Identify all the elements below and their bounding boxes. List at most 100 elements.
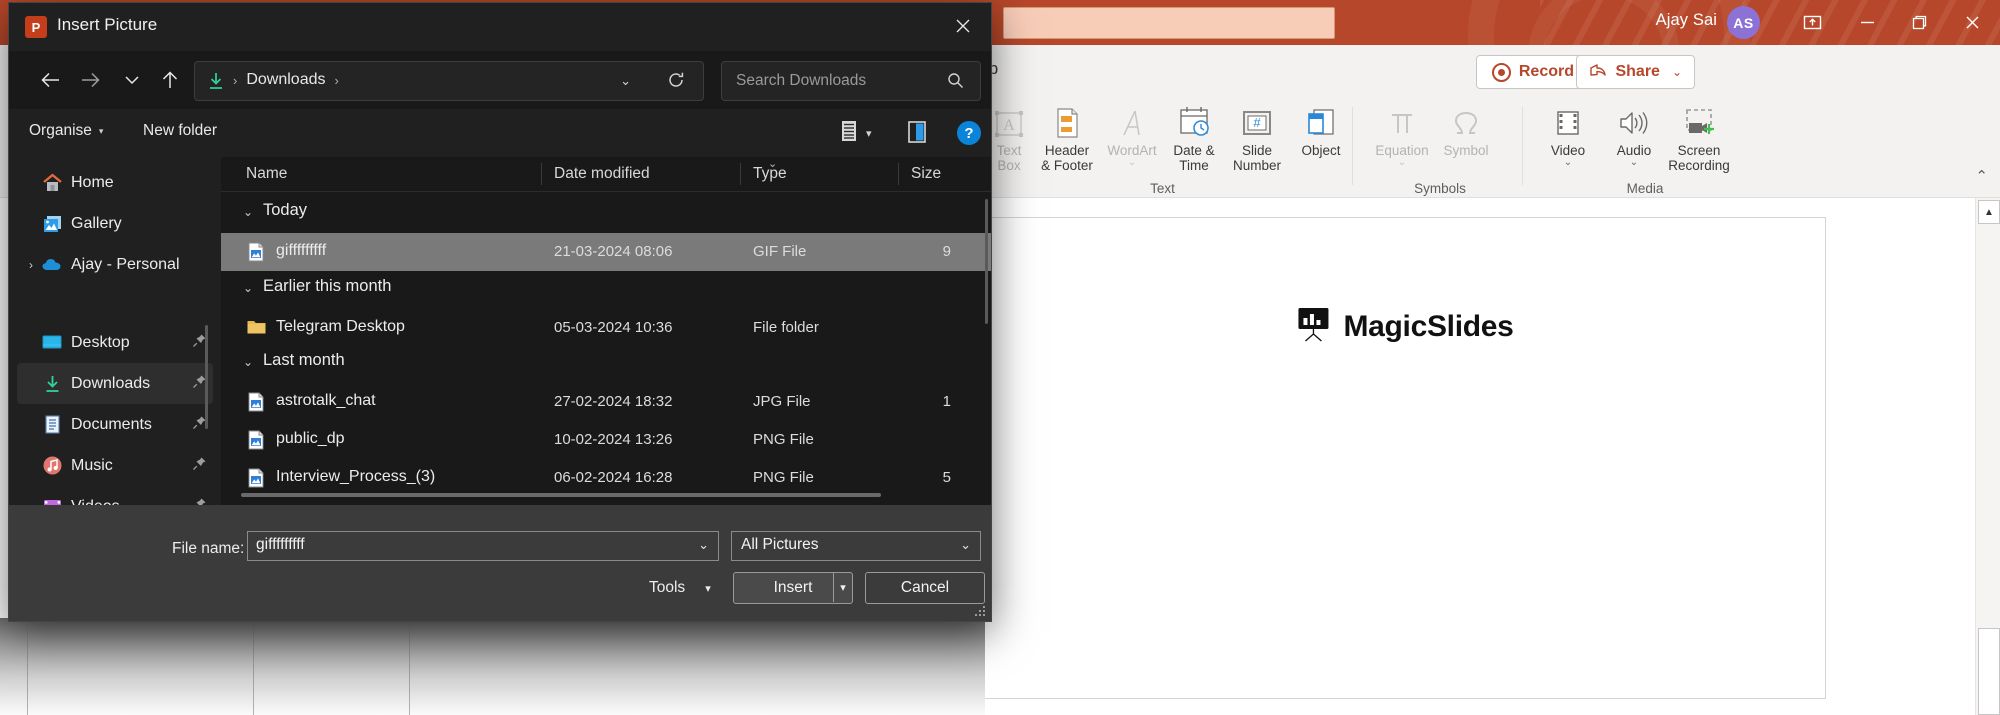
scroll-up-arrow-icon[interactable]: ▲ bbox=[1978, 200, 2000, 224]
ribbon-item-slide-number[interactable]: # Slide Number bbox=[1223, 102, 1291, 174]
sidebar-item-videos[interactable]: Videos bbox=[17, 486, 213, 505]
file-type: GIF File bbox=[753, 243, 807, 260]
close-icon[interactable] bbox=[1945, 0, 2000, 45]
sidebar-item-ajay-personal[interactable]: › Ajay - Personal bbox=[17, 244, 213, 285]
sidebar-item-gallery[interactable]: Gallery bbox=[17, 203, 213, 244]
sidebar-scrollbar[interactable] bbox=[205, 325, 208, 429]
ribbon-group-label: Media bbox=[1626, 181, 1664, 196]
sidebar-item-documents[interactable]: Documents bbox=[17, 404, 213, 445]
screenshot-fade-overlay bbox=[0, 618, 985, 715]
ribbon-divider bbox=[1522, 107, 1523, 185]
chevron-down-icon[interactable]: ⌄ bbox=[698, 537, 709, 553]
image-file-icon bbox=[246, 392, 266, 412]
ribbon-item-screen-recording[interactable]: Screen Recording bbox=[1665, 102, 1733, 174]
back-arrow-icon[interactable] bbox=[31, 61, 69, 99]
organise-button[interactable]: Organise ▾ bbox=[29, 122, 103, 140]
cancel-button[interactable]: Cancel bbox=[865, 572, 985, 604]
resize-grip[interactable] bbox=[973, 604, 985, 616]
chevron-down-icon[interactable]: ⌄ bbox=[620, 73, 631, 89]
ribbon-group-media: Video ⌄ Audio ⌄ Screen Recording Media bbox=[1530, 97, 1760, 197]
sidebar-item-desktop[interactable]: Desktop bbox=[17, 322, 213, 363]
chevron-down-icon[interactable]: ⌄ bbox=[960, 537, 971, 553]
share-button[interactable]: Share ⌄ bbox=[1576, 55, 1695, 89]
ribbon-item-equation[interactable]: Equation ⌄ bbox=[1368, 102, 1436, 174]
scrollbar-thumb[interactable] bbox=[1978, 628, 2000, 715]
new-folder-button[interactable]: New folder bbox=[143, 122, 217, 140]
file-list-horizontal-scrollbar[interactable] bbox=[241, 493, 881, 497]
column-header-name[interactable]: Name bbox=[246, 165, 287, 183]
ribbon-label-line2: Recording bbox=[1668, 158, 1730, 173]
ribbon-item-audio[interactable]: Audio ⌄ bbox=[1600, 102, 1668, 174]
column-header-size[interactable]: Size bbox=[911, 165, 941, 183]
ribbon-group-symbols: Equation ⌄ Symbol Symbols bbox=[1360, 97, 1520, 197]
record-button[interactable]: Record bbox=[1475, 55, 1590, 89]
ribbon-item-date-time[interactable]: Date & Time bbox=[1160, 102, 1228, 174]
file-size: 9 bbox=[942, 243, 951, 260]
sidebar-item-home[interactable]: Home bbox=[17, 162, 213, 203]
column-divider[interactable] bbox=[541, 163, 542, 185]
breadcrumb-item-downloads[interactable]: Downloads bbox=[246, 71, 325, 89]
slide-vertical-scrollbar[interactable]: ▲ bbox=[1975, 198, 2000, 715]
home-icon bbox=[41, 172, 63, 194]
file-list-vertical-scrollbar[interactable] bbox=[985, 199, 988, 324]
restore-icon[interactable] bbox=[1892, 0, 1947, 45]
insert-dropdown-button[interactable]: ▾ bbox=[833, 572, 852, 602]
sidebar-item-downloads[interactable]: Downloads bbox=[17, 363, 213, 404]
breadcrumb-separator: › bbox=[334, 72, 339, 88]
column-header-type[interactable]: Type bbox=[753, 165, 787, 183]
column-divider[interactable] bbox=[740, 163, 741, 185]
ribbon-label-line1: Symbol bbox=[1443, 143, 1489, 158]
close-icon[interactable] bbox=[935, 3, 991, 49]
ribbon-item-header-footer[interactable]: Header & Footer bbox=[1033, 102, 1101, 174]
column-header-date-modified[interactable]: Date modified bbox=[554, 165, 650, 183]
ribbon-item-object[interactable]: Object bbox=[1287, 102, 1355, 174]
minimize-icon[interactable] bbox=[1840, 0, 1895, 45]
chevron-down-icon[interactable]: ⌄ bbox=[243, 205, 253, 219]
table-row[interactable]: Telegram Desktop 05-03-2024 10:36 File f… bbox=[221, 309, 991, 347]
forward-arrow-icon[interactable] bbox=[71, 61, 109, 99]
chevron-right-icon[interactable]: › bbox=[23, 258, 39, 272]
address-bar[interactable]: › Downloads › ⌄ bbox=[194, 61, 704, 101]
refresh-icon[interactable] bbox=[667, 71, 685, 94]
slide-canvas[interactable]: MagicSlides bbox=[985, 218, 1825, 698]
ribbon-item-wordart[interactable]: WordArt ⌄ bbox=[1098, 102, 1166, 174]
pin-icon[interactable] bbox=[192, 497, 207, 505]
up-arrow-icon[interactable] bbox=[151, 61, 189, 99]
pin-icon[interactable] bbox=[192, 456, 207, 476]
tools-button[interactable]: Tools ▾ bbox=[649, 579, 711, 597]
svg-text:#: # bbox=[1253, 115, 1261, 130]
file-group-header-earlier-this-month[interactable]: ⌄ Earlier this month bbox=[221, 273, 991, 305]
chevron-down-icon[interactable]: ⌄ bbox=[243, 281, 253, 295]
sidebar-item-label: Documents bbox=[71, 415, 152, 433]
avatar[interactable]: AS bbox=[1727, 6, 1760, 39]
column-divider[interactable] bbox=[898, 163, 899, 185]
preview-pane-icon[interactable] bbox=[906, 120, 928, 149]
search-input[interactable]: Search Downloads bbox=[721, 61, 981, 101]
sidebar-item-music[interactable]: Music bbox=[17, 445, 213, 486]
powerpoint-search-box[interactable] bbox=[1003, 7, 1335, 39]
table-row[interactable]: Interview_Process_(3) 06-02-2024 16:28 P… bbox=[221, 459, 991, 497]
breadcrumb[interactable]: › Downloads › bbox=[233, 71, 339, 89]
file-name-input[interactable]: gifffffffff ⌄ bbox=[247, 531, 719, 561]
file-group-header-today[interactable]: ⌄ Today bbox=[221, 197, 991, 229]
table-row[interactable]: astrotalk_chat 27-02-2024 18:32 JPG File… bbox=[221, 383, 991, 421]
recent-locations-chevron-icon[interactable] bbox=[113, 61, 151, 99]
search-placeholder: Search Downloads bbox=[736, 72, 867, 89]
share-icon bbox=[1589, 61, 1607, 83]
file-group-header-last-month[interactable]: ⌄ Last month bbox=[221, 347, 991, 379]
ribbon-item-symbol[interactable]: Symbol bbox=[1432, 102, 1500, 174]
search-icon[interactable] bbox=[947, 72, 964, 94]
ribbon-item-video[interactable]: Video ⌄ bbox=[1534, 102, 1602, 174]
image-file-icon bbox=[246, 430, 266, 450]
table-row[interactable]: gifffffffff 21-03-2024 08:06 GIF File 9 bbox=[221, 233, 991, 271]
ribbon-collapse-icon[interactable]: ⌃ bbox=[1975, 167, 1988, 185]
file-name: public_dp bbox=[276, 430, 345, 447]
chevron-down-icon: ⌄ bbox=[1629, 157, 1639, 168]
ribbon-display-options-icon[interactable] bbox=[1785, 0, 1840, 45]
file-type-filter-select[interactable]: All Pictures ⌄ bbox=[731, 531, 981, 561]
chevron-down-icon[interactable]: ⌄ bbox=[243, 355, 253, 369]
help-icon[interactable]: ? bbox=[957, 121, 981, 145]
documents-icon bbox=[41, 414, 63, 436]
view-options-button[interactable]: ▾ bbox=[839, 120, 872, 147]
table-row[interactable]: public_dp 10-02-2024 13:26 PNG File bbox=[221, 421, 991, 459]
